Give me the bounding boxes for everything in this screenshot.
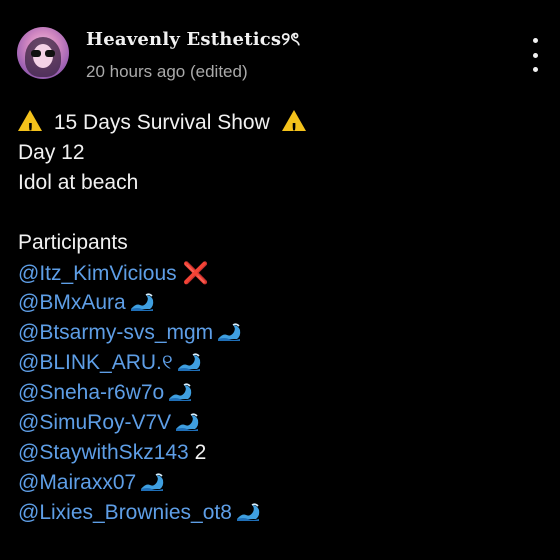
participant-item: @Sneha-r6w7o — [18, 378, 548, 408]
participant-item: @StaywithSkz143 2 — [18, 438, 548, 468]
wave-icon — [175, 410, 199, 432]
comment-day: Day 12 — [18, 141, 85, 164]
wave-icon — [140, 470, 164, 492]
participant-mention-link[interactable]: @BLINK_ARU.୧ — [18, 351, 173, 374]
participant-status-text: 2 — [188, 441, 207, 464]
participant-mention-link[interactable]: @Sneha-r6w7o — [18, 381, 164, 404]
wave-icon — [217, 320, 241, 342]
participant-mention-link[interactable]: @Itz_KimVicious — [18, 262, 177, 285]
participant-mention-link[interactable]: @Lixies_Brownies_ot8 — [18, 501, 232, 524]
participant-item: @BLINK_ARU.୧ — [18, 348, 548, 378]
participant-item: @Btsarmy-svs_mgm — [18, 318, 548, 348]
participant-mention-link[interactable]: @Btsarmy-svs_mgm — [18, 321, 213, 344]
warning-icon — [18, 110, 42, 144]
participant-mention-link[interactable]: @StaywithSkz143 — [18, 441, 189, 464]
comment-theme: Idol at beach — [18, 171, 139, 194]
participant-item: @Mairaxx07 — [18, 468, 548, 498]
participants-list: @Itz_KimVicious ❌ @BMxAura @Btsarmy-svs_mgm… — [18, 258, 548, 528]
participant-item: @SimuRoy-V7V — [18, 408, 548, 438]
participant-item: @BMxAura — [18, 288, 548, 318]
participant-mention-link[interactable]: @SimuRoy-V7V — [18, 411, 171, 434]
username[interactable]: Heavenly Esthetics୨ৎ — [86, 25, 300, 56]
avatar[interactable] — [17, 27, 69, 79]
comment-title: 15 Days Survival Show — [53, 111, 270, 134]
comment-body: 15 Days Survival Show Day 12 Idol at bea… — [18, 108, 548, 528]
timestamp[interactable]: 20 hours ago (edited) — [86, 62, 248, 82]
cross-mark-icon: ❌ — [182, 261, 209, 285]
wave-icon — [236, 500, 260, 522]
participant-item: @Itz_KimVicious ❌ — [18, 258, 548, 288]
wave-icon — [168, 380, 192, 402]
comment-title-line: 15 Days Survival Show — [18, 108, 548, 144]
avatar-sunglasses — [31, 50, 55, 57]
participant-mention-link[interactable]: @BMxAura — [18, 291, 126, 314]
participant-item: @Lixies_Brownies_ot8 — [18, 498, 548, 528]
warning-icon — [281, 110, 306, 144]
wave-icon — [177, 350, 201, 372]
comment-header: Heavenly Esthetics୨ৎ 20 hours ago (edite… — [0, 0, 560, 100]
participant-mention-link[interactable]: @Mairaxx07 — [18, 471, 136, 494]
wave-icon — [130, 290, 154, 312]
more-vertical-icon[interactable] — [527, 38, 543, 72]
participants-header: Participants — [18, 231, 128, 254]
